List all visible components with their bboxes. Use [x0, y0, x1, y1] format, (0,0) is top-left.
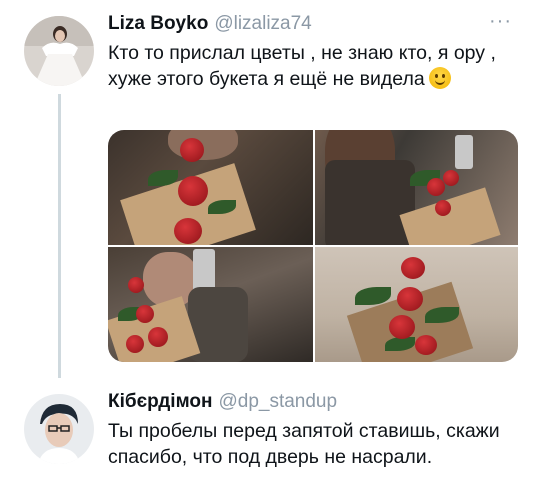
- rose: [180, 138, 204, 162]
- rose: [178, 176, 208, 206]
- rose: [136, 305, 154, 323]
- media-grid: [108, 130, 518, 362]
- avatar[interactable]: [24, 394, 94, 464]
- tweet-text-content: Ты пробелы перед запятой ставишь, скажи …: [108, 420, 500, 468]
- slightly-smiling-face-icon: [428, 67, 451, 89]
- display-name[interactable]: Кібєрдімон: [108, 391, 212, 412]
- tweet-original[interactable]: Liza Boyko @lizaliza74 ··· Кто то прислал…: [0, 0, 540, 378]
- avatar-photo: [24, 394, 94, 464]
- rose: [435, 200, 451, 216]
- rose: [427, 178, 445, 196]
- tweet-reply[interactable]: Кібєрдімон @dp_standup Ты пробелы перед з…: [0, 378, 540, 500]
- phone-shape: [455, 135, 473, 169]
- media-photo-3[interactable]: [108, 247, 313, 362]
- media-photo-2[interactable]: [315, 130, 518, 245]
- tweet-header: Liza Boyko @lizaliza74: [108, 12, 312, 36]
- rose: [148, 327, 168, 347]
- rose: [126, 335, 144, 353]
- thread-line: [58, 94, 61, 378]
- username-handle[interactable]: @dp_standup: [218, 391, 337, 412]
- display-name[interactable]: Liza Boyko: [108, 13, 208, 34]
- rose: [443, 170, 459, 186]
- tweet-text: Ты пробелы перед запятой ставишь, скажи …: [108, 418, 518, 470]
- media-photo-4[interactable]: [315, 247, 518, 362]
- rose: [174, 218, 202, 244]
- dress-shape: [325, 160, 415, 245]
- tweet-header: Кібєрдімон @dp_standup: [108, 390, 337, 414]
- tweet-text: Кто то прислал цветы , не знаю кто, я ор…: [108, 40, 518, 92]
- more-options-icon[interactable]: ···: [489, 10, 512, 33]
- rose: [415, 335, 437, 355]
- username-handle[interactable]: @lizaliza74: [214, 13, 311, 34]
- media-photo-1[interactable]: [108, 130, 313, 245]
- rose: [401, 257, 425, 279]
- avatar-photo: [24, 16, 94, 86]
- rose: [397, 287, 423, 311]
- rose: [128, 277, 144, 293]
- rose: [389, 315, 415, 339]
- avatar[interactable]: [24, 16, 94, 86]
